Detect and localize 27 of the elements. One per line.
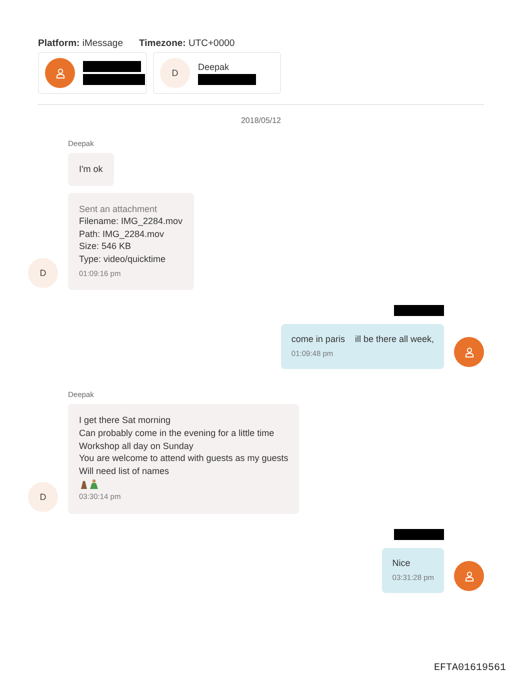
message-text: Nice xyxy=(392,556,412,570)
platform-text: Platform: iMessage xyxy=(38,38,124,49)
message-text: I'm ok xyxy=(79,163,103,176)
message-text: Path: IMG_2284.mov xyxy=(79,228,166,240)
redaction-bar xyxy=(83,61,141,72)
date-label: 2018/05/12 xyxy=(240,116,282,125)
participant-name: Deepak xyxy=(198,62,230,72)
person-icon xyxy=(464,570,474,582)
message-text: Can probably come in the evening for a little time xyxy=(79,426,276,440)
attachment-label: Sent an attachment xyxy=(79,202,158,216)
document-id: EFTA01619561 xyxy=(434,663,506,674)
message-text: Type: video/quicktime xyxy=(79,252,167,266)
message-text: Size: 546 KB xyxy=(79,240,132,253)
message-text: You are welcome to attend with guests as my guests xyxy=(79,452,288,465)
message-text: I get there Sat morning xyxy=(79,414,172,427)
redaction-bar xyxy=(83,74,145,85)
message-text: Will need list of names xyxy=(79,464,170,478)
timezone-text: Timezone: UTC+0000 xyxy=(139,38,235,49)
message-text: come in paris ill be there all week, xyxy=(291,333,434,346)
person-icon xyxy=(464,346,474,358)
message-text: Workshop all day on Sunday xyxy=(79,440,194,452)
avatar: D xyxy=(28,482,58,512)
avatar: D xyxy=(28,258,58,288)
redaction-bar xyxy=(198,74,256,84)
person-icon xyxy=(56,68,64,78)
avatar: D xyxy=(160,58,190,88)
message-text: Filename: IMG_2284.mov xyxy=(79,215,183,228)
